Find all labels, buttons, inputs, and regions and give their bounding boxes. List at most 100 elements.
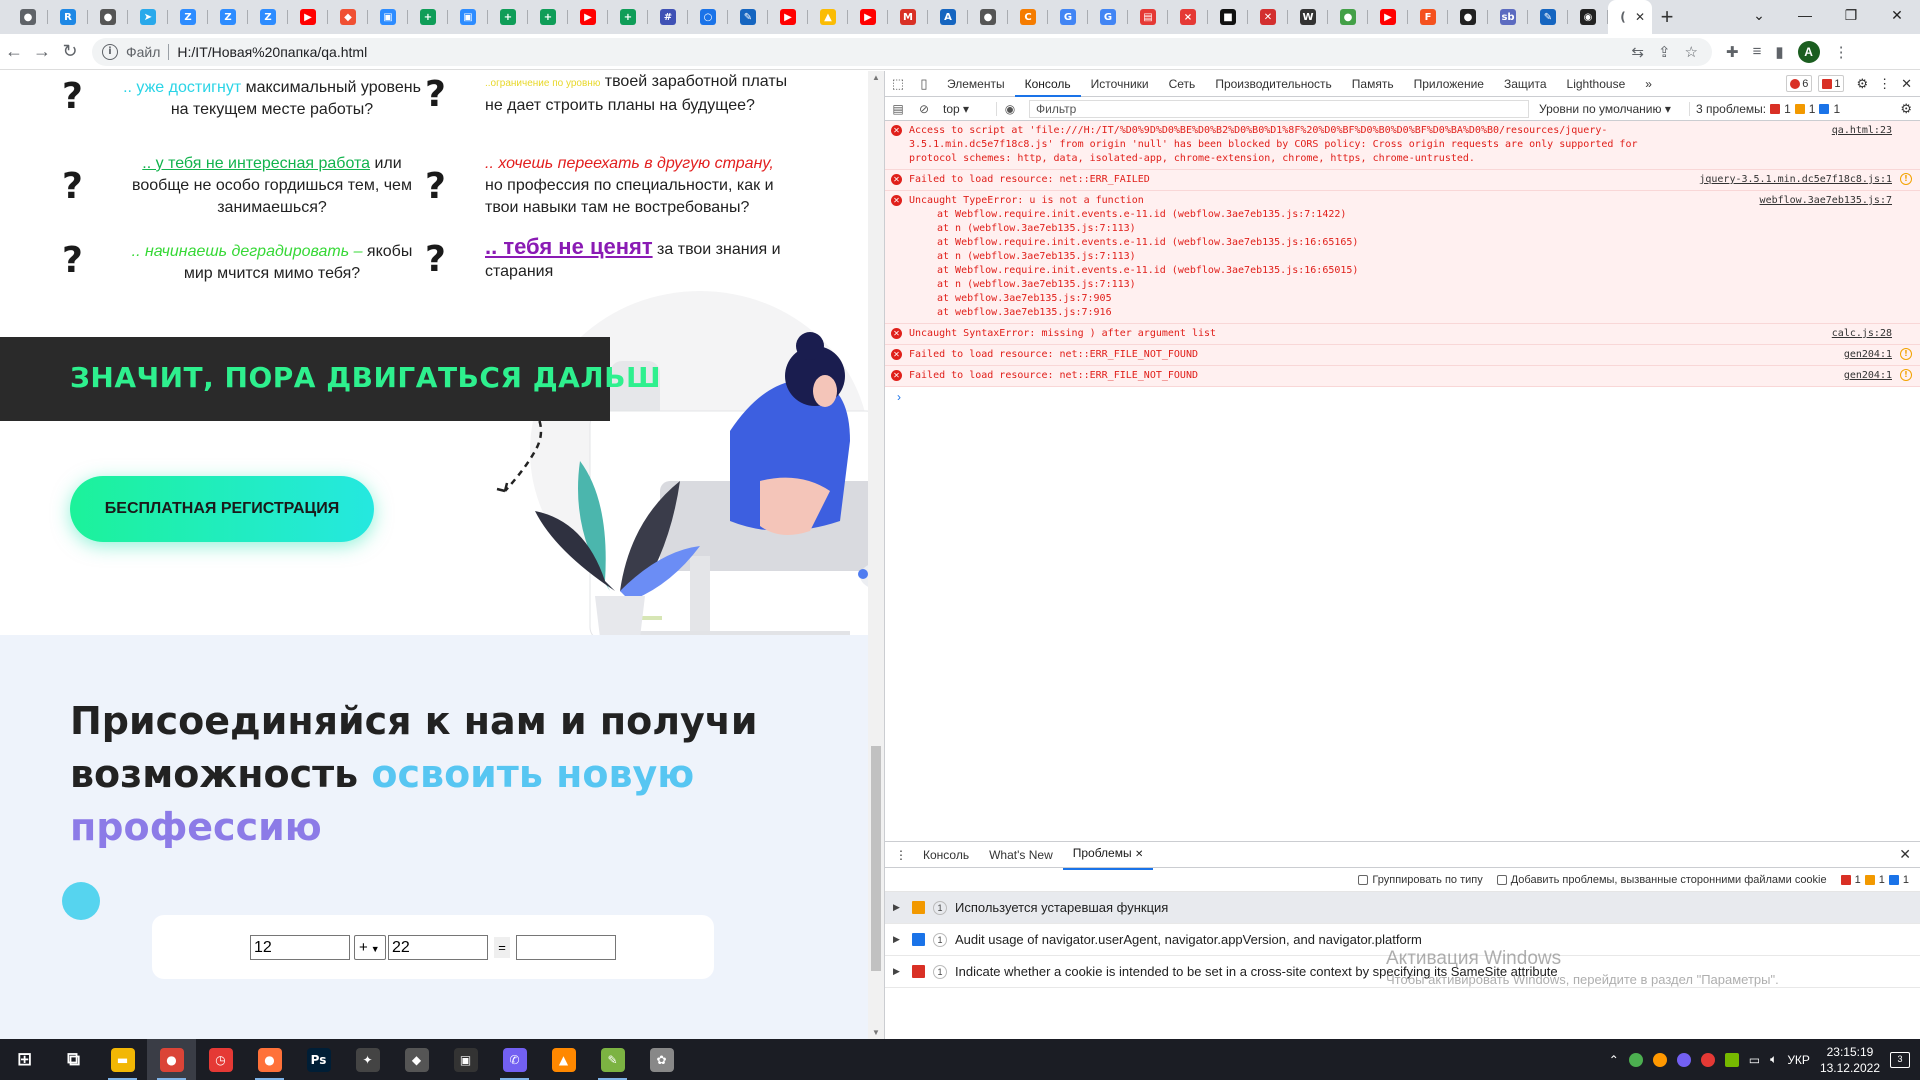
- page-scrollbar[interactable]: ▲ ▼: [868, 71, 884, 1039]
- browser-tab[interactable]: ▣: [448, 0, 488, 34]
- browser-tab[interactable]: ✎: [1528, 0, 1568, 34]
- language-indicator[interactable]: УКР: [1787, 1053, 1810, 1067]
- minimize-button[interactable]: —: [1782, 0, 1828, 30]
- message-source-link[interactable]: qa.html:23: [1832, 124, 1892, 138]
- translate-icon[interactable]: ⇆: [1631, 43, 1644, 61]
- device-toolbar-icon[interactable]: ▯: [911, 76, 937, 92]
- browser-tab[interactable]: ●: [968, 0, 1008, 34]
- reading-list-icon[interactable]: ≡: [1753, 43, 1762, 60]
- back-button[interactable]: ←: [0, 41, 28, 62]
- tab-lighthouse[interactable]: Lighthouse: [1557, 71, 1636, 97]
- close-tab-icon[interactable]: ✕: [1135, 849, 1143, 860]
- browser-tab[interactable]: ✎: [728, 0, 768, 34]
- new-tab-button[interactable]: +: [1652, 4, 1682, 30]
- expand-arrow-icon[interactable]: ▶: [893, 902, 907, 913]
- problems-summary[interactable]: 3 проблемы: 1 1 1: [1689, 101, 1840, 116]
- tab-memory[interactable]: Память: [1342, 71, 1404, 97]
- browser-tab[interactable]: ●: [88, 0, 128, 34]
- issue-count-badge[interactable]: 1: [1818, 75, 1845, 92]
- scroll-up-icon[interactable]: ▲: [872, 73, 880, 82]
- stack-frame[interactable]: at webflow.3ae7eb135.js:7:916: [909, 306, 1690, 320]
- browser-tab[interactable]: W: [1288, 0, 1328, 34]
- stack-frame[interactable]: at webflow.3ae7eb135.js:7:905: [909, 292, 1690, 306]
- close-drawer-icon[interactable]: ✕: [1899, 846, 1920, 863]
- browser-tab[interactable]: ◆: [328, 0, 368, 34]
- vlc-tray-icon[interactable]: [1652, 1052, 1667, 1067]
- browser-tab[interactable]: ○: [688, 0, 728, 34]
- info-icon[interactable]: i: [102, 43, 118, 60]
- firefox-icon[interactable]: ●: [245, 1039, 294, 1080]
- message-source-link[interactable]: gen204:1: [1844, 369, 1892, 383]
- active-browser-tab[interactable]: (✕: [1608, 0, 1652, 34]
- devtools-menu-icon[interactable]: ⋮: [1878, 76, 1891, 92]
- browser-tab[interactable]: sb: [1488, 0, 1528, 34]
- console-prompt[interactable]: ›: [885, 387, 1920, 404]
- bookmark-star-icon[interactable]: ☆: [1685, 43, 1698, 61]
- message-source-link[interactable]: webflow.3ae7eb135.js:7: [1760, 194, 1892, 208]
- browser-tab[interactable]: R: [48, 0, 88, 34]
- extensions-icon[interactable]: ✚: [1726, 43, 1739, 61]
- browser-tab[interactable]: G: [1088, 0, 1128, 34]
- game-icon[interactable]: ✦: [343, 1039, 392, 1080]
- chrome-taskbar-icon[interactable]: ●: [147, 1039, 196, 1080]
- browser-tab[interactable]: ▶: [768, 0, 808, 34]
- browser-tab[interactable]: Z: [168, 0, 208, 34]
- viber-icon[interactable]: ✆: [490, 1039, 539, 1080]
- stack-frame[interactable]: at Webflow.require.init.events.e-11.id (…: [909, 208, 1690, 222]
- close-devtools-icon[interactable]: ✕: [1901, 76, 1912, 92]
- stack-frame[interactable]: at Webflow.require.init.events.e-11.id (…: [909, 264, 1690, 278]
- close-window-button[interactable]: ✕: [1874, 0, 1920, 30]
- tab-security[interactable]: Защита: [1494, 71, 1557, 97]
- browser-tab[interactable]: ▶: [288, 0, 328, 34]
- filter-input[interactable]: Фильтр: [1029, 99, 1529, 118]
- notifications-icon[interactable]: 3: [1890, 1051, 1910, 1068]
- levels-select[interactable]: Уровни по умолчанию ▾: [1539, 102, 1689, 116]
- browser-tab[interactable]: ▶: [848, 0, 888, 34]
- app-icon[interactable]: ✿: [637, 1039, 686, 1080]
- game2-icon[interactable]: ▣: [441, 1039, 490, 1080]
- context-select[interactable]: top ▾: [937, 101, 997, 116]
- error-count-badge[interactable]: 6: [1786, 75, 1813, 92]
- tab-performance[interactable]: Производительность: [1205, 71, 1341, 97]
- forward-button[interactable]: →: [28, 41, 56, 62]
- browser-tab[interactable]: Z: [208, 0, 248, 34]
- tab-network[interactable]: Сеть: [1159, 71, 1206, 97]
- browser-tab[interactable]: ▣: [368, 0, 408, 34]
- browser-tab[interactable]: ●: [1448, 0, 1488, 34]
- scrollbar-thumb[interactable]: [871, 746, 881, 971]
- browser-tab[interactable]: ◉: [1568, 0, 1608, 34]
- shield-app-icon[interactable]: ◆: [392, 1039, 441, 1080]
- issue-link-icon[interactable]: !: [1900, 348, 1912, 360]
- drawer-tab-console[interactable]: Консоль: [913, 842, 979, 868]
- nvidia-tray-icon[interactable]: [1724, 1052, 1739, 1067]
- operand-a-input[interactable]: 12: [250, 935, 350, 960]
- drawer-tab-whats-new[interactable]: What's New: [979, 842, 1063, 868]
- stack-frame[interactable]: at Webflow.require.init.events.e-11.id (…: [909, 236, 1690, 250]
- console-settings-icon[interactable]: ⚙: [1900, 101, 1920, 117]
- clear-console-icon[interactable]: ⊘: [911, 102, 937, 116]
- task-view-icon[interactable]: ⧉: [49, 1039, 98, 1080]
- vlc-icon[interactable]: ▲: [539, 1039, 588, 1080]
- tab-search-button[interactable]: ⌄: [1736, 0, 1782, 30]
- operand-b-input[interactable]: 22: [388, 935, 488, 960]
- viber-tray-icon[interactable]: [1676, 1052, 1691, 1067]
- tray-app-icon[interactable]: [1628, 1052, 1643, 1067]
- tab-elements[interactable]: Элементы: [937, 71, 1015, 97]
- issue-link-icon[interactable]: !: [1900, 173, 1912, 185]
- drawer-menu-icon[interactable]: ⋮: [885, 848, 913, 862]
- photoshop-icon[interactable]: Ps: [294, 1039, 343, 1080]
- browser-tab[interactable]: ✕: [1248, 0, 1288, 34]
- network-icon[interactable]: ▭: [1749, 1053, 1760, 1067]
- side-panel-icon[interactable]: ▮: [1775, 43, 1783, 61]
- issue-row[interactable]: ▶ 1 Используется устаревшая функция: [885, 892, 1920, 924]
- maximize-button[interactable]: ❐: [1828, 0, 1874, 30]
- settings-gear-icon[interactable]: ⚙: [1856, 76, 1868, 92]
- browser-tab[interactable]: +: [408, 0, 448, 34]
- browser-tab[interactable]: ▤: [1128, 0, 1168, 34]
- browser-tab[interactable]: ▶: [1368, 0, 1408, 34]
- question-highlight-link[interactable]: .. тебя не ценят: [485, 234, 653, 259]
- close-tab-icon[interactable]: ✕: [1635, 10, 1645, 24]
- reload-button[interactable]: ↻: [56, 41, 84, 62]
- message-source-link[interactable]: calc.js:28: [1832, 327, 1892, 341]
- eye-icon[interactable]: ◉: [997, 102, 1023, 116]
